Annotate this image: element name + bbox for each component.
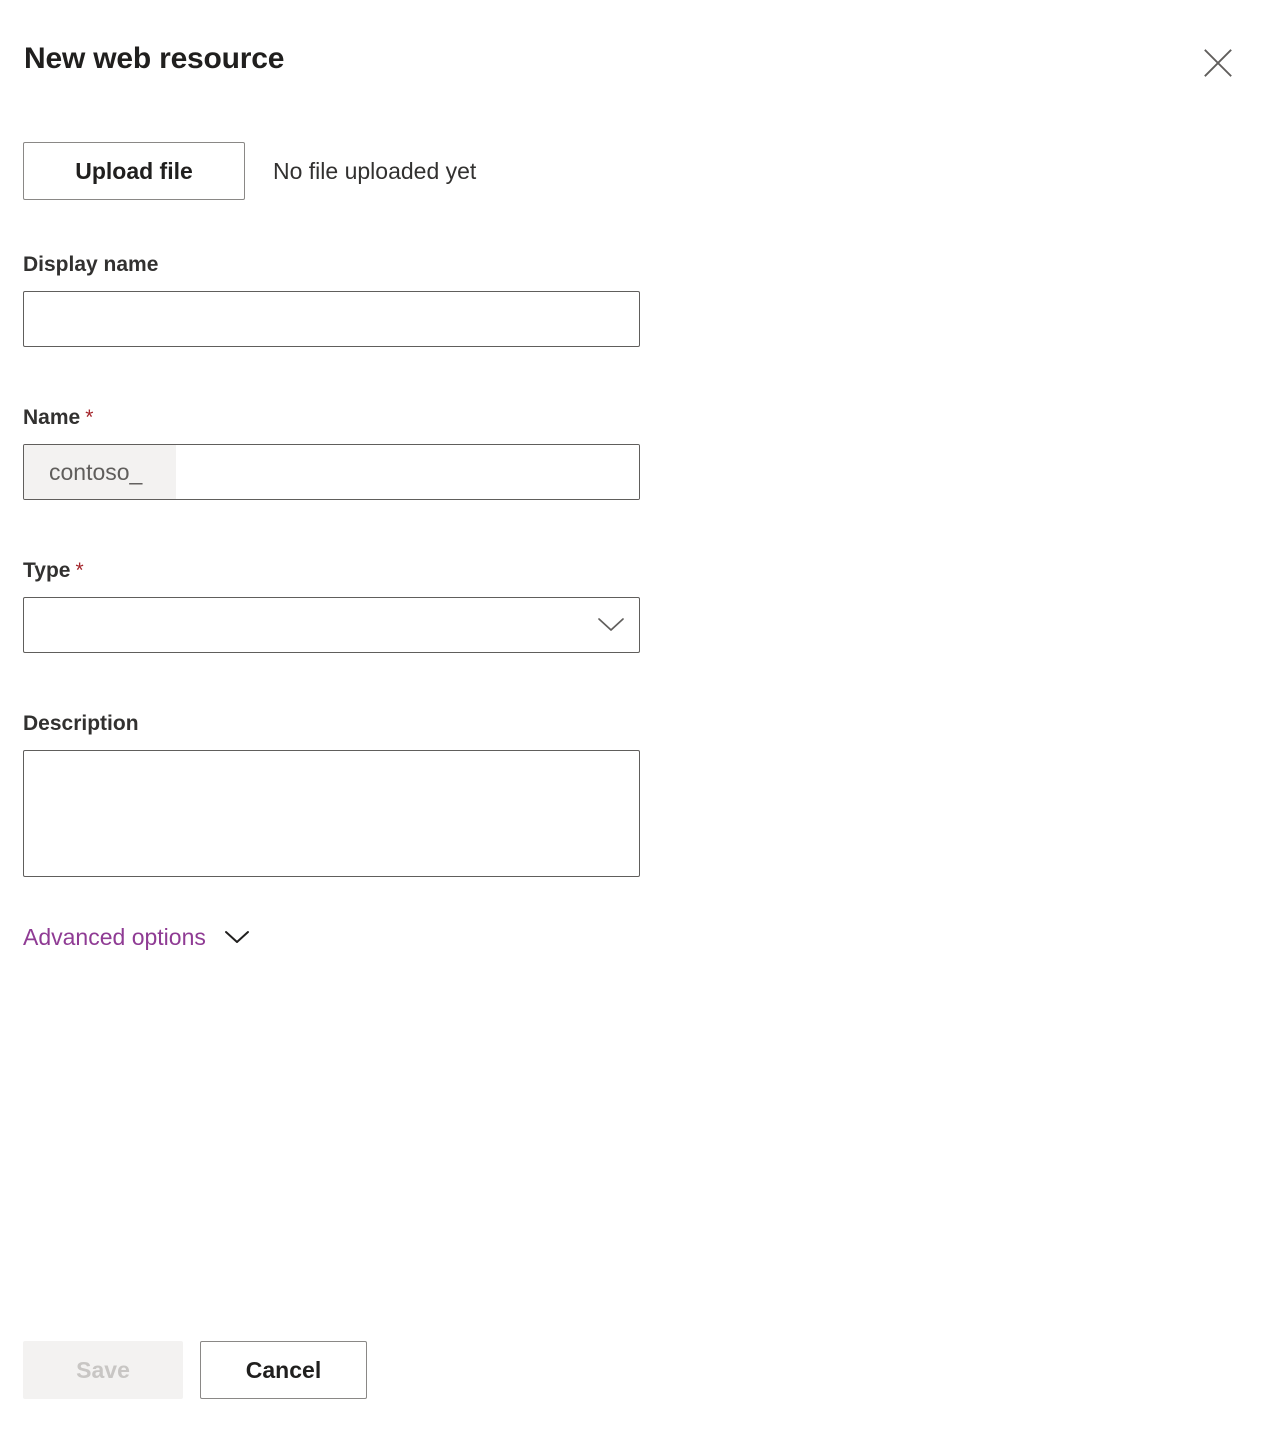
upload-file-button[interactable]: Upload file	[23, 142, 245, 200]
advanced-options-label: Advanced options	[23, 924, 206, 950]
description-label: Description	[23, 712, 139, 735]
dialog-header: New web resource	[0, 0, 1270, 118]
upload-status-text: No file uploaded yet	[273, 157, 477, 184]
chevron-down-icon	[224, 929, 250, 945]
close-button[interactable]	[1190, 37, 1246, 89]
upload-row: Upload file No file uploaded yet	[23, 142, 476, 200]
type-label-text: Type	[23, 559, 71, 582]
description-textarea[interactable]	[23, 750, 640, 877]
name-field-group: Name * contoso_	[23, 404, 640, 500]
page-title: New web resource	[24, 42, 285, 75]
save-button[interactable]: Save	[23, 1341, 183, 1399]
display-name-input[interactable]	[23, 291, 640, 347]
new-web-resource-dialog: New web resource Upload file No file upl…	[0, 0, 1270, 1430]
name-prefix-label: contoso_	[24, 445, 176, 499]
dialog-footer: Save Cancel	[23, 1341, 367, 1399]
type-required-asterisk: *	[75, 559, 84, 582]
name-input[interactable]	[176, 445, 639, 499]
cancel-button[interactable]: Cancel	[200, 1341, 367, 1399]
name-label: Name *	[23, 404, 640, 432]
advanced-options-toggle[interactable]: Advanced options	[23, 922, 250, 952]
name-input-wrapper: contoso_	[23, 444, 640, 500]
name-required-asterisk: *	[85, 406, 94, 429]
close-icon	[1203, 48, 1233, 78]
type-dropdown[interactable]	[23, 597, 640, 653]
display-name-field-group: Display name	[23, 251, 640, 347]
description-field-group: Description	[23, 710, 640, 882]
type-field-group: Type *	[23, 557, 640, 653]
name-label-text: Name	[23, 406, 81, 429]
type-label: Type *	[23, 557, 640, 585]
display-name-label: Display name	[23, 253, 159, 276]
chevron-down-icon	[597, 616, 625, 634]
